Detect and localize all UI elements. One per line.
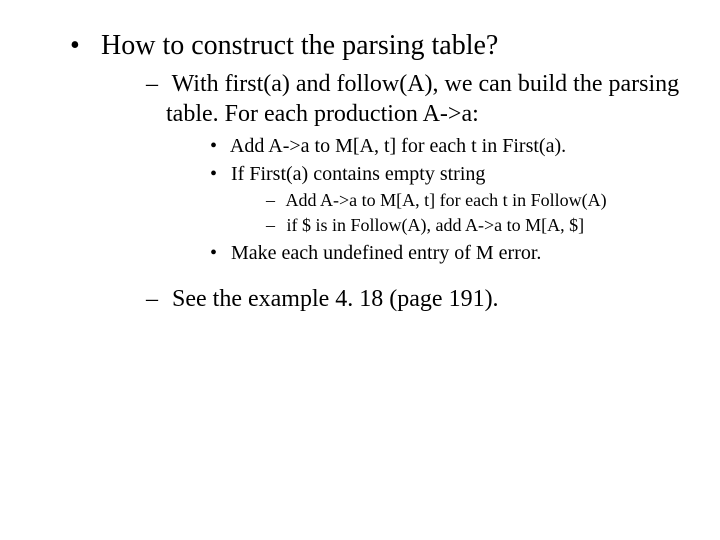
bullet-list-level-3: Add A->a to M[A, t] for each t in First(… — [166, 133, 720, 266]
bullet-text: How to construct the parsing table? — [101, 30, 498, 61]
bullet-item: Make each undefined entry of M error. — [210, 240, 720, 266]
bullet-item: Add A->a to M[A, t] for each t in Follow… — [266, 189, 720, 212]
bullet-text: See the example 4. 18 (page 191). — [172, 286, 499, 312]
bullet-text: Add A->a to M[A, t] for each t in Follow… — [286, 190, 607, 210]
bullet-list-level-1: How to construct the parsing table? With… — [0, 28, 720, 314]
bullet-item: If First(a) contains empty string Add A-… — [210, 161, 720, 238]
bullet-text: if $ is in Follow(A), add A->a to M[A, $… — [287, 215, 585, 235]
bullet-text: Make each undefined entry of M error. — [231, 242, 541, 264]
bullet-text: Add A->a to M[A, t] for each t in First(… — [230, 135, 566, 157]
bullet-item: if $ is in Follow(A), add A->a to M[A, $… — [266, 214, 720, 237]
bullet-text: If First(a) contains empty string — [231, 163, 485, 185]
bullet-list-level-2: With first(a) and follow(A), we can buil… — [94, 69, 720, 314]
bullet-item: Add A->a to M[A, t] for each t in First(… — [210, 133, 720, 159]
bullet-list-level-4: Add A->a to M[A, t] for each t in Follow… — [226, 189, 720, 238]
bullet-item: See the example 4. 18 (page 191). — [146, 284, 720, 314]
slide: How to construct the parsing table? With… — [0, 0, 720, 540]
bullet-item: How to construct the parsing table? With… — [70, 28, 720, 314]
bullet-item: With first(a) and follow(A), we can buil… — [146, 69, 720, 266]
bullet-text: With first(a) and follow(A), we can buil… — [166, 71, 679, 127]
